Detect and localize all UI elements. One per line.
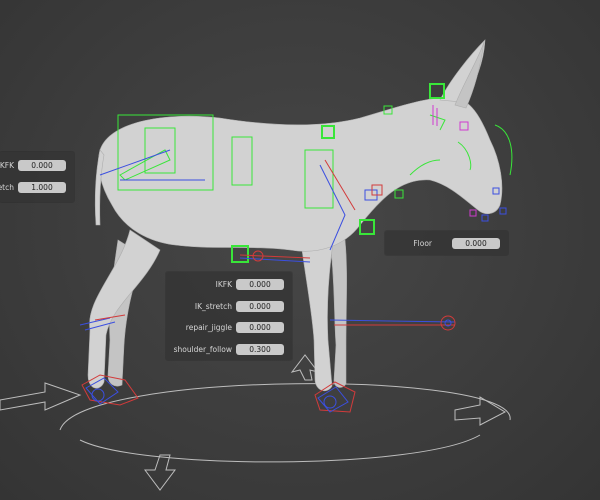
floor-field[interactable]: 0.000 <box>452 237 500 249</box>
tail-ikfk-label: IKFK <box>0 160 14 170</box>
leg-ikfk-field[interactable]: 0.000 <box>236 278 284 290</box>
donkey-mesh[interactable] <box>87 39 503 392</box>
leg-shoulder-follow-label: shoulder_follow <box>173 344 232 354</box>
tail-ikfk-field[interactable]: 0.000 <box>18 159 66 171</box>
tail-properties-panel: IKFK 0.000 stretch 1.000 <box>0 152 74 202</box>
leg-repair-jiggle-label: repair_jiggle <box>185 322 232 332</box>
leg-shoulder-follow-row: shoulder_follow 0.300 <box>166 338 292 360</box>
floor-properties-panel: Floor 0.000 <box>385 231 508 255</box>
leg-shoulder-follow-field[interactable]: 0.300 <box>236 343 284 355</box>
leg-ikfk-row: IKFK 0.000 <box>166 273 292 295</box>
tail-stretch-label: stretch <box>0 182 14 192</box>
leg-ik-stretch-label: IK_stretch <box>194 301 232 311</box>
floor-label: Floor <box>413 238 432 248</box>
leg-ik-stretch-row: IK_stretch 0.000 <box>166 295 292 317</box>
leg-repair-jiggle-row: repair_jiggle 0.000 <box>166 316 292 338</box>
leg-properties-panel: IKFK 0.000 IK_stretch 0.000 repair_jiggl… <box>166 272 292 360</box>
leg-repair-jiggle-field[interactable]: 0.000 <box>236 321 284 333</box>
floor-row: Floor 0.000 <box>385 232 508 254</box>
leg-ik-stretch-field[interactable]: 0.000 <box>236 300 284 312</box>
tail-stretch-row: stretch 1.000 <box>0 176 74 198</box>
root-control[interactable] <box>0 354 511 491</box>
tail-ikfk-row: IKFK 0.000 <box>0 154 74 176</box>
leg-ikfk-label: IKFK <box>215 279 232 289</box>
tail-stretch-field[interactable]: 1.000 <box>18 181 66 193</box>
scene-canvas[interactable] <box>0 0 600 500</box>
3d-viewport[interactable]: IKFK 0.000 stretch 1.000 Floor 0.000 IKF… <box>0 0 600 500</box>
